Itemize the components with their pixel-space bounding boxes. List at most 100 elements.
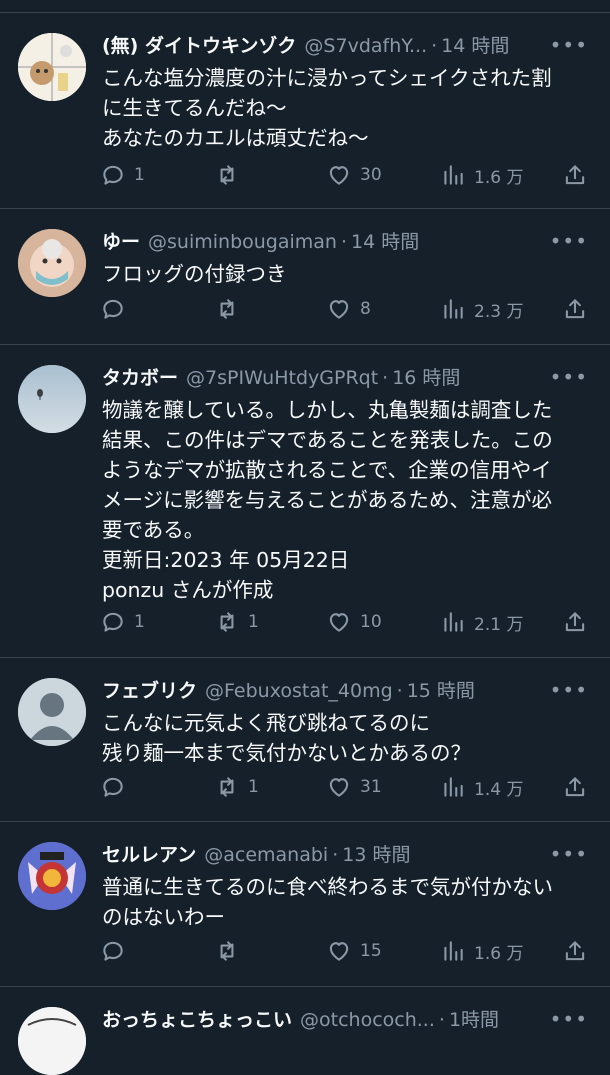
like-button[interactable]: 8 — [326, 294, 371, 324]
tweet-text: こんなに元気よく飛び跳ねてるのに 残り麺一本まで気付かないとかあるの？ — [102, 708, 590, 768]
like-button[interactable]: 31 — [326, 772, 382, 802]
tweet[interactable]: (無) ダイトウキンゾク @S7vdafhY... · 14 時間 ••• こんな塩分… — [0, 13, 610, 209]
tweet[interactable]: ゆー @suiminbougaiman · 14 時間 ••• フロッグの付録つき 8… — [0, 209, 610, 345]
user-handle[interactable]: @acemanabi — [204, 844, 328, 866]
like-button[interactable]: 30 — [326, 160, 382, 190]
tweet[interactable]: おっちょこちょっこい @otchococh... · 1時間 ••• — [0, 987, 610, 1075]
action-bar: 1 1 10 2.1 万 — [100, 607, 590, 637]
tweet-text-line: 残り麺一本まで気付かないとかあるの？ — [102, 741, 471, 765]
retweet-button[interactable]: 1 — [214, 772, 259, 802]
views-button[interactable]: 2.3 万 — [440, 294, 523, 324]
more-options-icon[interactable]: ••• — [550, 367, 588, 387]
tweet[interactable]: セルレアン @acemanabi · 13 時間 ••• 普通に生きてるのに食べ終わる… — [0, 822, 610, 987]
retweet-count: 1 — [248, 612, 259, 632]
tweet-header: フェブリク @Febuxostat_40mg · 15 時間 — [102, 676, 570, 706]
share-button[interactable] — [562, 772, 588, 802]
more-options-icon[interactable]: ••• — [550, 35, 588, 55]
retweet-icon — [220, 777, 234, 797]
reply-icon — [103, 612, 123, 632]
views-icon — [444, 165, 463, 185]
tweet-text-line: ようなデマが拡散されることで、企業の信用やイ — [102, 458, 552, 482]
avatar[interactable] — [18, 365, 86, 433]
tweet-text-line: 普通に生きてるのに食べ終わるまで気が付かない — [102, 875, 553, 899]
tweet-header: ゆー @suiminbougaiman · 14 時間 — [102, 227, 570, 257]
tweet-text-line: フロッグの付録つき — [102, 262, 287, 286]
views-icon — [444, 941, 463, 961]
user-handle[interactable]: @Febuxostat_40mg — [205, 680, 393, 702]
tweet-header: タカボー @7sPIWuHtdyGPRqt · 16 時間 — [102, 363, 570, 393]
reply-count: 1 — [134, 612, 145, 632]
views-button[interactable]: 2.1 万 — [440, 607, 523, 637]
like-button[interactable]: 15 — [326, 936, 382, 966]
timestamp[interactable]: 15 時間 — [407, 680, 475, 702]
tweet[interactable]: タカボー @7sPIWuHtdyGPRqt · 16 時間 ••• 物議を醸している。… — [0, 345, 610, 658]
heart-icon — [329, 942, 349, 961]
retweet-button[interactable] — [214, 936, 248, 966]
avatar[interactable] — [18, 678, 86, 746]
timestamp[interactable]: 16 時間 — [392, 367, 460, 389]
views-button[interactable]: 1.6 万 — [440, 160, 523, 190]
like-count: 10 — [360, 612, 382, 632]
timestamp[interactable]: 14 時間 — [441, 35, 509, 57]
top-divider — [0, 0, 610, 13]
tweet-header: セルレアン @acemanabi · 13 時間 — [102, 840, 570, 870]
user-handle[interactable]: @suiminbougaiman — [148, 231, 337, 253]
share-button[interactable] — [562, 936, 588, 966]
user-handle[interactable]: @S7vdafhY... — [304, 35, 427, 57]
tweet[interactable]: フェブリク @Febuxostat_40mg · 15 時間 ••• こんなに元気よく… — [0, 658, 610, 822]
reply-button[interactable]: 1 — [100, 607, 145, 637]
avatar[interactable] — [18, 1007, 86, 1075]
display-name[interactable]: おっちょこちょっこい — [102, 1009, 292, 1031]
reply-icon — [103, 777, 123, 797]
separator-dot: · — [340, 231, 348, 253]
views-button[interactable]: 1.4 万 — [440, 772, 523, 802]
action-bar: 1 31 1.4 万 — [100, 772, 590, 802]
timestamp[interactable]: 13 時間 — [342, 844, 410, 866]
retweet-button[interactable] — [214, 294, 248, 324]
separator-dot: · — [431, 35, 438, 57]
reply-button[interactable] — [100, 936, 134, 966]
reply-button[interactable] — [100, 772, 134, 802]
reply-button[interactable]: 1 — [100, 160, 145, 190]
display-name[interactable]: セルレアン — [102, 844, 196, 866]
tweet-text-line: 要である。 — [102, 518, 205, 542]
separator-dot: · — [382, 367, 389, 389]
retweet-button[interactable]: 1 — [214, 607, 259, 637]
retweet-button[interactable] — [214, 160, 248, 190]
share-icon — [565, 165, 585, 185]
share-button[interactable] — [562, 607, 588, 637]
more-options-icon[interactable]: ••• — [550, 1009, 588, 1029]
timestamp[interactable]: 14 時間 — [351, 231, 419, 253]
more-options-icon[interactable]: ••• — [550, 231, 588, 251]
view-count: 1.6 万 — [474, 943, 524, 964]
tweet-text-line: あなたのカエルは頑丈だね〜 — [102, 126, 369, 150]
tweet-text-line: のはないわー — [102, 905, 225, 929]
display-name[interactable]: タカボー — [102, 367, 178, 389]
user-handle[interactable]: @7sPIWuHtdyGPRqt — [186, 367, 378, 389]
retweet-icon — [220, 612, 234, 632]
retweet-count: 1 — [248, 777, 259, 797]
timestamp[interactable]: 1時間 — [449, 1009, 499, 1031]
reply-button[interactable] — [100, 294, 134, 324]
display-name[interactable]: (無) ダイトウキンゾク — [102, 35, 296, 57]
share-button[interactable] — [562, 294, 588, 324]
avatar[interactable] — [18, 229, 86, 297]
more-options-icon[interactable]: ••• — [550, 844, 588, 864]
tweet-text: 普通に生きてるのに食べ終わるまで気が付かない のはないわー — [102, 872, 590, 932]
tweet-header: (無) ダイトウキンゾク @S7vdafhY... · 14 時間 — [102, 31, 570, 61]
user-handle[interactable]: @otchococh... — [300, 1009, 435, 1031]
heart-icon — [329, 613, 349, 632]
action-bar: 8 2.3 万 — [100, 294, 590, 324]
views-button[interactable]: 1.6 万 — [440, 936, 523, 966]
tweet-header: おっちょこちょっこい @otchococh... · 1時間 — [102, 1005, 570, 1035]
tweet-text: 物議を醸している。しかし、丸亀製麺は調査した 結果、この件はデマであることを発表… — [102, 395, 590, 605]
like-button[interactable]: 10 — [326, 607, 382, 637]
action-bar: 15 1.6 万 — [100, 936, 590, 966]
display-name[interactable]: フェブリク — [102, 680, 197, 702]
avatar[interactable] — [18, 33, 86, 101]
avatar[interactable] — [18, 842, 86, 910]
display-name[interactable]: ゆー — [102, 231, 140, 253]
share-icon — [565, 941, 585, 961]
more-options-icon[interactable]: ••• — [550, 680, 588, 700]
share-button[interactable] — [562, 160, 588, 190]
